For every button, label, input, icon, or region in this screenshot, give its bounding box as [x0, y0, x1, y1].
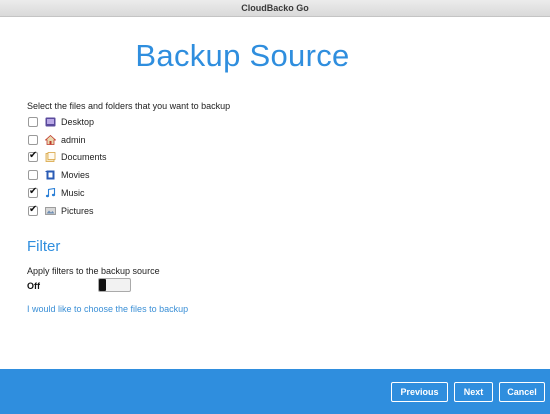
source-label: Pictures [61, 205, 94, 216]
source-label: admin [61, 134, 86, 145]
next-button[interactable]: Next [454, 382, 493, 402]
desktop-icon [44, 117, 56, 127]
admin-checkbox[interactable] [28, 134, 38, 145]
source-item-movies[interactable]: Movies [28, 166, 107, 184]
page-title: Backup Source [135, 38, 350, 73]
source-label: Documents [61, 152, 107, 163]
source-label: Music [61, 188, 85, 199]
source-item-pictures[interactable]: Pictures [28, 202, 107, 220]
pictures-checkbox[interactable] [28, 204, 38, 216]
filter-description: Apply filters to the backup source [27, 266, 160, 276]
cancel-button[interactable]: Cancel [499, 382, 545, 402]
source-label: Desktop [61, 116, 95, 127]
movies-icon [44, 170, 56, 180]
source-label: Movies [61, 170, 90, 181]
choose-files-link[interactable]: I would like to choose the files to back… [27, 304, 188, 314]
pictures-icon [44, 206, 56, 216]
backup-source-list: Desktop admin Documents Movies [28, 113, 107, 220]
toggle-knob[interactable] [99, 279, 106, 291]
movies-checkbox[interactable] [28, 170, 38, 181]
filter-toggle[interactable] [98, 278, 131, 292]
source-item-documents[interactable]: Documents [28, 149, 107, 167]
window-title: CloudBacko Go [241, 3, 309, 13]
documents-checkbox[interactable] [28, 150, 38, 163]
filter-heading: Filter [27, 238, 61, 255]
home-icon [44, 134, 56, 145]
source-item-desktop[interactable]: Desktop [28, 113, 107, 131]
instruction-text: Select the files and folders that you wa… [27, 101, 231, 111]
source-item-admin[interactable]: admin [28, 131, 107, 149]
source-item-music[interactable]: Music [28, 184, 107, 202]
desktop-checkbox[interactable] [28, 116, 38, 127]
documents-icon [44, 152, 56, 163]
title-bar: CloudBacko Go [0, 0, 550, 17]
app-window: CloudBacko Go Backup Source Select the f… [0, 0, 550, 414]
music-icon [44, 188, 56, 198]
music-checkbox[interactable] [28, 186, 38, 199]
filter-toggle-state: Off [27, 281, 40, 291]
previous-button[interactable]: Previous [391, 382, 448, 402]
